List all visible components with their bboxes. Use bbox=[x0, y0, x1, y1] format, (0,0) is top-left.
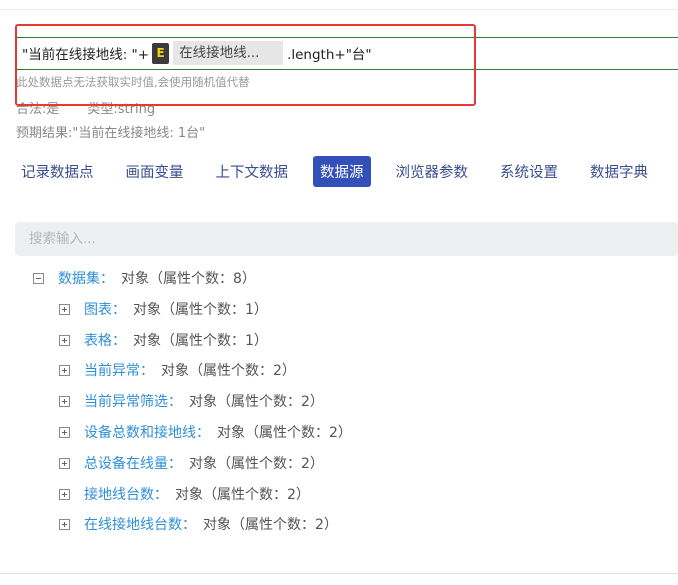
expression-hint: 此处数据点无法获取实时值,会使用随机值代替 bbox=[16, 75, 250, 89]
tree-node[interactable]: 设备总数和接地线： 对象（属性个数：2） bbox=[59, 420, 352, 444]
expand-icon[interactable] bbox=[59, 518, 70, 530]
expression-variable-chip[interactable]: 在线接地线... bbox=[173, 41, 284, 65]
tree-node-key: 当前异常筛选： bbox=[84, 394, 182, 410]
tree-node[interactable]: 表格： 对象（属性个数：1） bbox=[59, 328, 268, 352]
tree-node-key: 总设备在线量： bbox=[84, 456, 182, 472]
tree-node-type: 对象（属性个数：2） bbox=[217, 425, 352, 441]
tree-node-key: 表格： bbox=[84, 333, 126, 349]
tree-node-type: 对象（属性个数：2） bbox=[203, 517, 338, 533]
top-divider bbox=[0, 9, 678, 10]
tab-screen-variables[interactable]: 画面变量 bbox=[119, 156, 191, 187]
expression-content[interactable]: "当前在线接地线: "+ E 在线接地线... .length+"台" bbox=[22, 41, 372, 65]
tree-node-type: 对象（属性个数：1） bbox=[133, 333, 268, 349]
expand-icon[interactable] bbox=[59, 303, 70, 315]
expand-icon[interactable] bbox=[59, 334, 70, 346]
expand-icon[interactable] bbox=[59, 395, 70, 407]
tree-node-key: 图表： bbox=[84, 302, 126, 318]
expand-icon[interactable] bbox=[59, 364, 70, 376]
validation-legal: 合法:是 bbox=[16, 102, 60, 117]
source-tabs: 记录数据点 画面变量 上下文数据 数据源 浏览器参数 系统设置 数据字典 扇 bbox=[14, 156, 678, 187]
tab-browser-params[interactable]: 浏览器参数 bbox=[389, 156, 476, 187]
tree-node-type: 对象（属性个数：2） bbox=[161, 363, 296, 379]
tab-data-dictionary[interactable]: 数据字典 bbox=[583, 156, 655, 187]
expression-variable-icon: E bbox=[152, 42, 170, 64]
expand-icon[interactable] bbox=[59, 457, 70, 469]
tree-node[interactable]: 当前异常筛选： 对象（属性个数：2） bbox=[59, 389, 324, 413]
tab-overflow[interactable]: 扇 bbox=[673, 156, 678, 187]
bottom-divider bbox=[0, 573, 678, 574]
tree-node-key: 设备总数和接地线： bbox=[84, 425, 210, 441]
validation-row: 合法:是 类型:string bbox=[16, 98, 155, 117]
tree-node-key: 数据集： bbox=[58, 271, 114, 287]
tree-node-type: 对象（属性个数：1） bbox=[133, 302, 268, 318]
tree-node-type: 对象（属性个数：2） bbox=[175, 487, 310, 503]
tree-node[interactable]: 接地线台数： 对象（属性个数：2） bbox=[59, 482, 310, 506]
expand-icon[interactable] bbox=[59, 426, 70, 438]
collapse-icon[interactable] bbox=[33, 272, 44, 284]
tree-node[interactable]: 在线接地线台数： 对象（属性个数：2） bbox=[59, 512, 338, 536]
tree-node[interactable]: 总设备在线量： 对象（属性个数：2） bbox=[59, 451, 324, 475]
tab-record-datapoint[interactable]: 记录数据点 bbox=[14, 156, 101, 187]
expand-icon[interactable] bbox=[59, 488, 70, 500]
tab-context-data[interactable]: 上下文数据 bbox=[209, 156, 296, 187]
tree-node-type: 对象（属性个数：2） bbox=[189, 456, 324, 472]
tab-system-settings[interactable]: 系统设置 bbox=[493, 156, 565, 187]
tree-node[interactable]: 当前异常： 对象（属性个数：2） bbox=[59, 358, 296, 382]
tree-node[interactable]: 图表： 对象（属性个数：1） bbox=[59, 297, 268, 321]
tree-node-type: 对象（属性个数：2） bbox=[189, 394, 324, 410]
tree-node-key: 当前异常： bbox=[84, 363, 154, 379]
tree-node-type: 对象（属性个数：8） bbox=[121, 271, 256, 287]
expression-prefix: "当前在线接地线: "+ bbox=[22, 47, 150, 63]
expected-result: 预期结果:"当前在线接地线: 1台" bbox=[16, 126, 206, 141]
tree-node-key: 接地线台数： bbox=[84, 487, 168, 503]
tab-data-source[interactable]: 数据源 bbox=[313, 156, 371, 187]
tree-node-root[interactable]: 数据集： 对象（属性个数：8） bbox=[33, 266, 256, 290]
tree-node-key: 在线接地线台数： bbox=[84, 517, 196, 533]
validation-type: 类型:string bbox=[87, 102, 156, 117]
expression-suffix: .length+"台" bbox=[287, 47, 372, 63]
search-input[interactable]: 搜索输入... bbox=[15, 222, 678, 256]
